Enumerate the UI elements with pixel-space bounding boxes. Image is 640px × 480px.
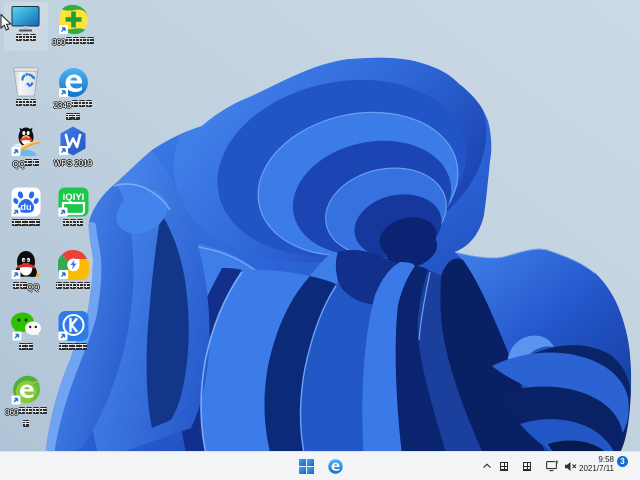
svg-text:iQIYI: iQIYI — [62, 192, 84, 203]
svg-text:du: du — [21, 202, 32, 212]
